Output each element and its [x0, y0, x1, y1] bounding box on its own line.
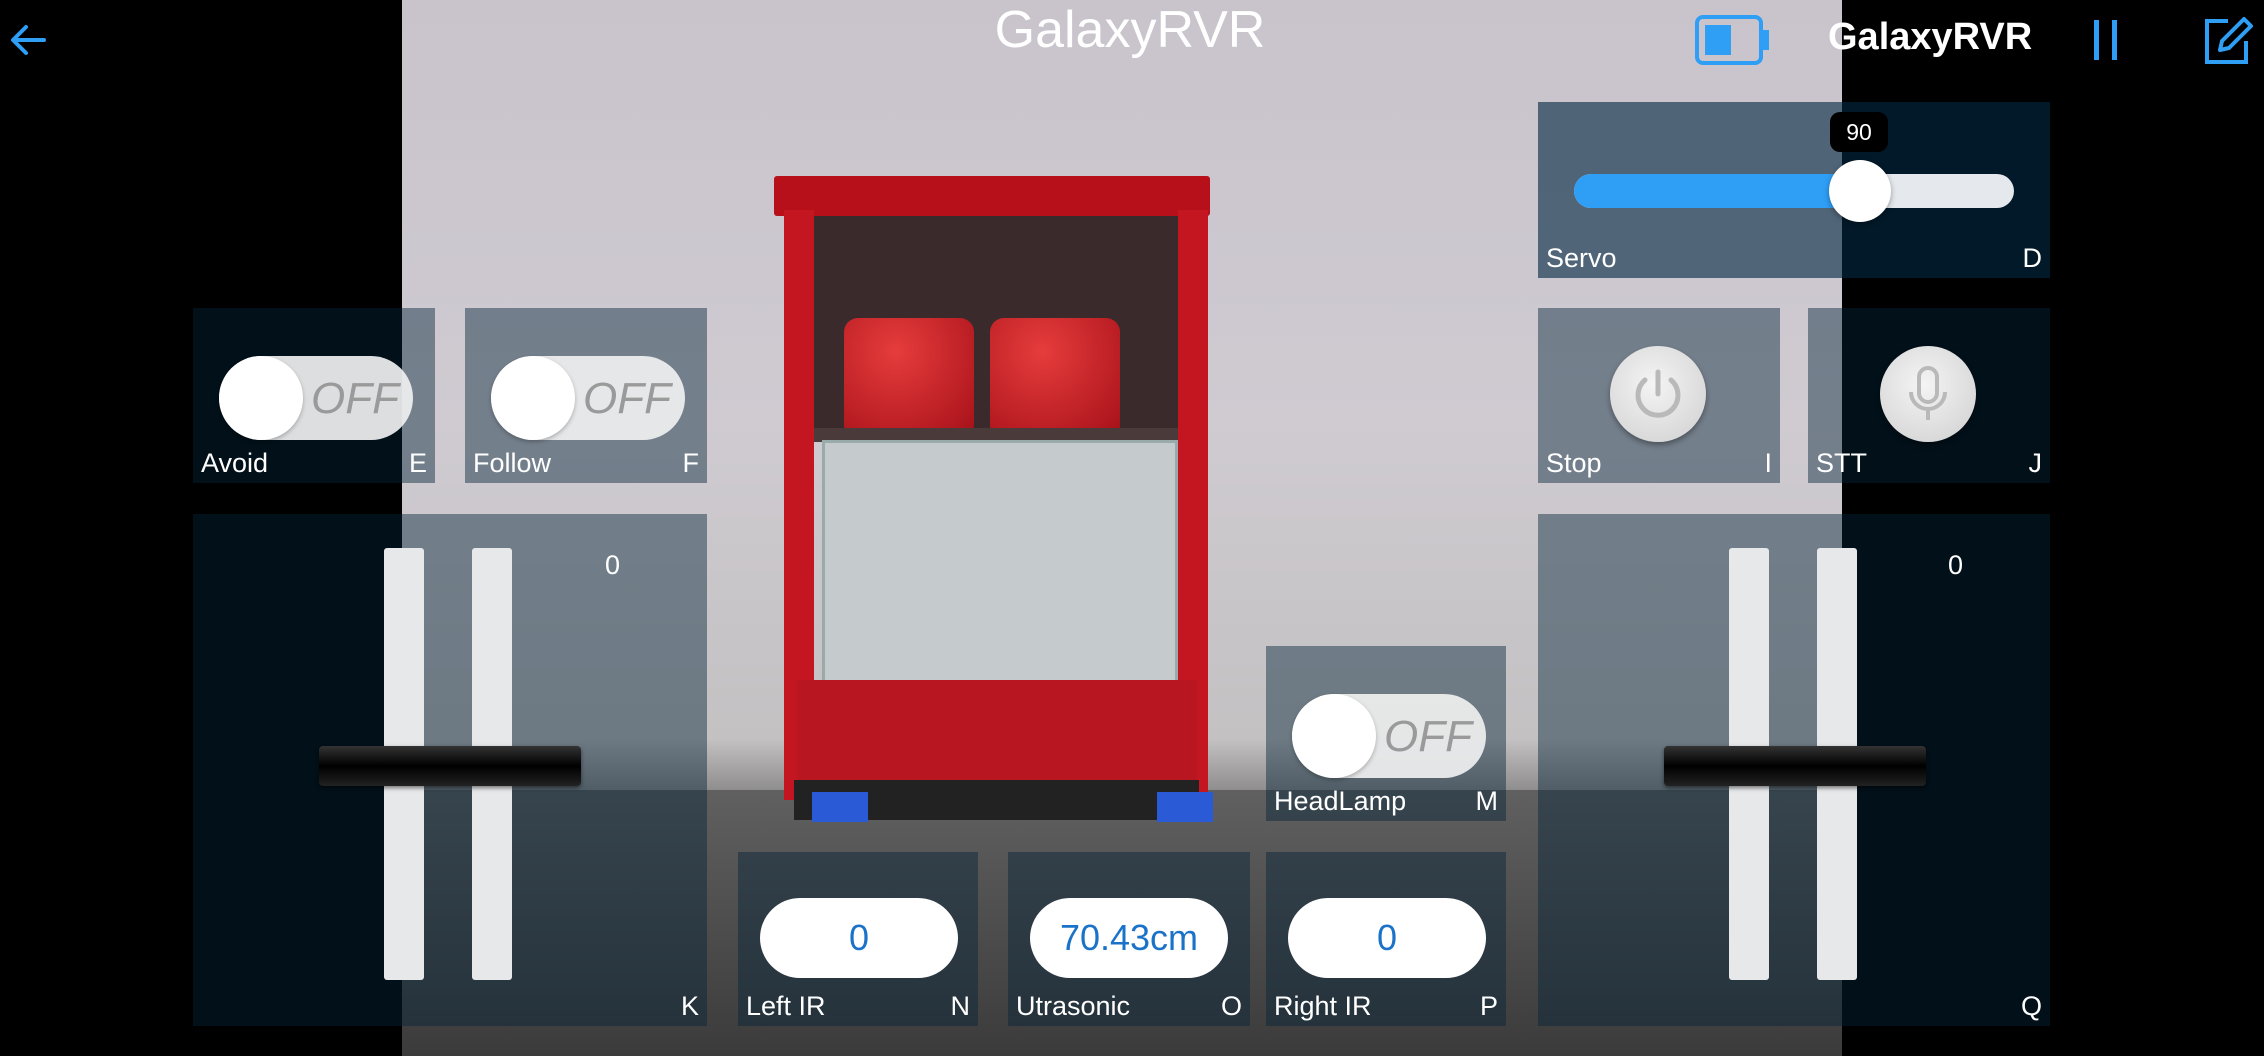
stop-button[interactable]: [1610, 346, 1706, 442]
ultrasonic-value: 70.43cm: [1030, 898, 1228, 978]
headlamp-card: OFF HeadLamp M: [1266, 646, 1506, 821]
avoid-key: E: [408, 448, 427, 478]
device-name: GalaxyRVR: [1828, 16, 2033, 58]
stt-label: STT: [1816, 448, 1867, 478]
toggle-state: OFF: [1384, 712, 1472, 761]
edit-button[interactable]: [2200, 14, 2254, 68]
toggle-knob: [1292, 694, 1376, 778]
ultrasonic-card: 70.43cm Utrasonic O: [1008, 852, 1250, 1026]
servo-key: D: [2022, 243, 2043, 273]
right-throttle-key: Q: [2020, 991, 2042, 1021]
right-ir-card: 0 Right IR P: [1266, 852, 1506, 1026]
left-throttle-value: 0: [605, 550, 621, 580]
servo-slider-fill: [1574, 174, 1864, 208]
left-ir-card: 0 Left IR N: [738, 852, 978, 1026]
servo-card: 90 Servo D: [1538, 102, 2050, 278]
right-throttle-handle[interactable]: [1664, 746, 1926, 786]
stt-card: STT J: [1808, 308, 2050, 483]
power-icon: [1635, 369, 1681, 418]
avoid-label: Avoid: [201, 448, 269, 478]
toggle-state: OFF: [311, 374, 399, 423]
left-throttle-key: K: [680, 991, 699, 1021]
ultrasonic-label: Utrasonic: [1016, 991, 1131, 1021]
back-button[interactable]: [6, 18, 50, 62]
right-ir-label: Right IR: [1274, 991, 1372, 1021]
follow-toggle[interactable]: OFF: [491, 356, 685, 440]
left-ir-label: Left IR: [746, 991, 826, 1021]
toggle-knob: [491, 356, 575, 440]
battery-icon: [1694, 14, 1772, 66]
servo-label: Servo: [1546, 243, 1617, 273]
follow-label: Follow: [473, 448, 552, 478]
stop-key: I: [1764, 448, 1772, 478]
stop-card: Stop I: [1538, 308, 1780, 483]
stt-key: J: [2028, 448, 2043, 478]
headlamp-label: HeadLamp: [1274, 786, 1407, 816]
left-ir-key: N: [950, 991, 971, 1021]
right-throttle-value: 0: [1948, 550, 1964, 580]
pause-button[interactable]: [2088, 16, 2124, 64]
servo-value-tooltip: 90: [1830, 112, 1888, 152]
avoid-card: OFF Avoid E: [193, 308, 435, 483]
edit-icon: [2205, 17, 2253, 64]
avoid-toggle[interactable]: OFF: [219, 356, 413, 440]
servo-slider[interactable]: 90: [1574, 112, 2014, 222]
toggle-state: OFF: [583, 374, 671, 423]
left-throttle-handle[interactable]: [319, 746, 581, 786]
toggle-knob: [219, 356, 303, 440]
right-throttle-card: 0 Q: [1538, 514, 2050, 1026]
headlamp-key: M: [1475, 786, 1499, 816]
left-throttle-card: 0 K: [193, 514, 707, 1026]
left-ir-value: 0: [760, 898, 958, 978]
right-ir-key: P: [1479, 991, 1498, 1021]
right-ir-value: 0: [1288, 898, 1486, 978]
stop-label: Stop: [1546, 448, 1602, 478]
page-title: GalaxyRVR: [994, 1, 1266, 59]
ultrasonic-key: O: [1220, 991, 1242, 1021]
headlamp-toggle[interactable]: OFF: [1292, 694, 1486, 778]
microphone-icon: [1909, 366, 1947, 420]
arrow-left-icon: [11, 25, 46, 55]
pause-icon: [2094, 20, 2117, 60]
stt-button[interactable]: [1880, 346, 1976, 442]
servo-slider-thumb[interactable]: [1829, 160, 1891, 222]
follow-card: OFF Follow F: [465, 308, 707, 483]
follow-key: F: [682, 448, 700, 478]
